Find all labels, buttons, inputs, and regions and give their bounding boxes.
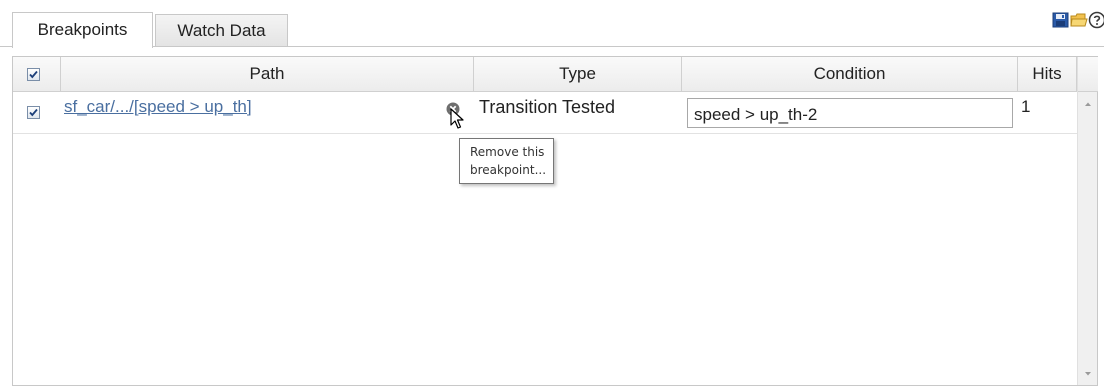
tab-divider <box>0 46 1104 47</box>
scrollbar-header-cap <box>1078 57 1098 92</box>
breakpoints-panel: Breakpoints Watch Data Path Type Conditi… <box>0 0 1104 390</box>
select-all-checkbox[interactable] <box>27 68 40 81</box>
help-icon[interactable] <box>1088 11 1104 29</box>
tooltip-line-2: breakpoint... <box>470 163 547 177</box>
header-check-cell <box>13 57 61 91</box>
scroll-up-arrow-icon[interactable] <box>1078 95 1098 113</box>
breakpoint-hits: 1 <box>1021 97 1031 116</box>
tab-breakpoints[interactable]: Breakpoints <box>12 12 153 48</box>
checkmark-icon <box>29 108 38 117</box>
condition-input[interactable] <box>687 98 1013 128</box>
tab-watch-data[interactable]: Watch Data <box>155 14 288 46</box>
breakpoint-path-link[interactable]: sf_car/.../[speed > up_th] <box>64 97 252 117</box>
column-header-path[interactable]: Path <box>61 57 474 91</box>
save-icon[interactable] <box>1052 11 1070 29</box>
column-header-type[interactable]: Type <box>474 57 682 91</box>
tab-bar: Breakpoints Watch Data <box>0 0 1104 48</box>
open-folder-icon[interactable] <box>1070 11 1088 29</box>
breakpoint-enabled-checkbox[interactable] <box>27 106 40 119</box>
table-header: Path Type Condition Hits <box>13 57 1077 92</box>
table-row: sf_car/.../[speed > up_th] Transition Te… <box>13 92 1077 134</box>
column-header-condition[interactable]: Condition <box>682 57 1018 91</box>
vertical-scrollbar[interactable] <box>1077 57 1098 385</box>
column-header-hits[interactable]: Hits <box>1018 57 1077 91</box>
breakpoints-table: Path Type Condition Hits sf_car/.../[spe… <box>12 56 1098 386</box>
breakpoint-type: Transition Tested <box>479 97 616 117</box>
remove-breakpoint-tooltip: Remove this breakpoint... <box>459 138 554 184</box>
tooltip-line-1: Remove this <box>470 145 545 159</box>
checkmark-icon <box>29 70 38 79</box>
mouse-pointer-icon <box>450 108 466 132</box>
scroll-down-arrow-icon[interactable] <box>1078 365 1098 383</box>
